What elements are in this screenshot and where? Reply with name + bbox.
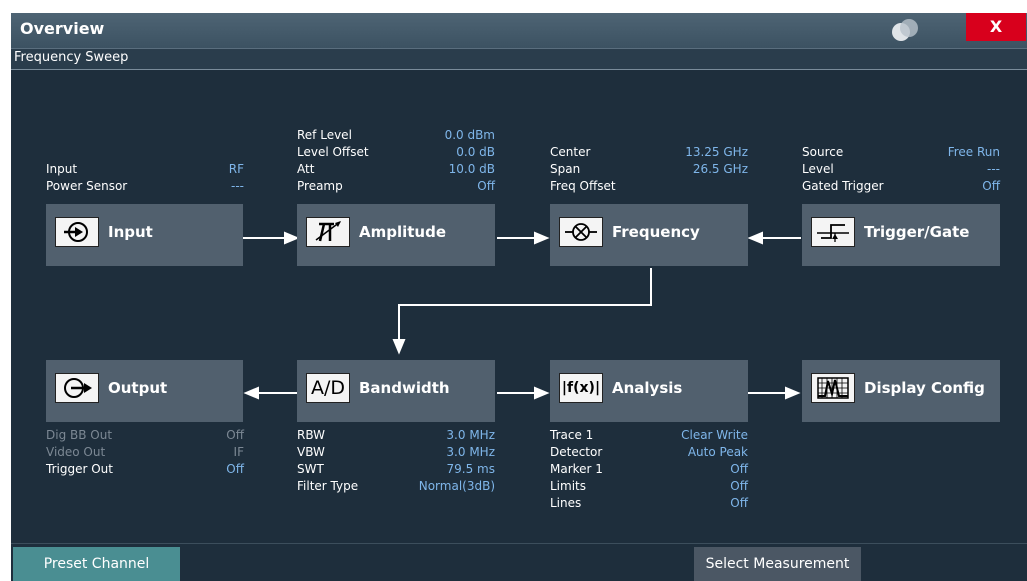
info-row: VBW 3.0 MHz [297, 445, 495, 459]
input-info: Input RF Power Sensor --- [46, 162, 244, 196]
analysis-info: Trace 1 Clear Write Detector Auto Peak Mar… [550, 428, 748, 513]
transparency-toggle-icon[interactable] [888, 17, 922, 45]
title-bar: Overview X [11, 13, 1027, 48]
ad-converter-text: A/D [310, 377, 346, 399]
info-row: Power Sensor --- [46, 179, 244, 193]
bandwidth-block[interactable]: A/D Bandwidth [297, 360, 495, 422]
info-row: Lines Off [550, 496, 748, 510]
input-icon [55, 217, 99, 247]
window-title: Overview [20, 19, 105, 38]
info-row: SWT 79.5 ms [297, 462, 495, 476]
display-config-icon [811, 373, 855, 403]
amplitude-icon [306, 217, 350, 247]
bandwidth-label: Bandwidth [359, 379, 450, 397]
overview-panel: Input RF Power Sensor --- Ref Level 0.0 dBm… [11, 70, 1027, 542]
output-label: Output [108, 379, 168, 397]
input-block[interactable]: Input [46, 204, 243, 266]
trigger-info: Source Free Run Level --- Gated Trigger Off [802, 145, 1000, 196]
trigger-icon [811, 217, 855, 247]
analysis-block[interactable]: |f(x)| Analysis [550, 360, 748, 422]
info-row: Level Offset 0.0 dB [297, 145, 495, 159]
output-block[interactable]: Output [46, 360, 243, 422]
info-row: Input RF [46, 162, 244, 176]
info-row: Level --- [802, 162, 1000, 176]
select-measurement-button[interactable]: Select Measurement [694, 547, 861, 581]
info-row: Source Free Run [802, 145, 1000, 159]
analysis-icon-text: |f(x)| [561, 380, 601, 396]
trigger-label: Trigger/Gate [864, 223, 970, 241]
info-row: Span 26.5 GHz [550, 162, 748, 176]
output-info: Dig BB Out Off Video Out IF Trigger Out Off [46, 428, 244, 479]
amplitude-info: Ref Level 0.0 dBm Level Offset 0.0 dB Att 1… [297, 128, 495, 196]
info-row: Preamp Off [297, 179, 495, 193]
measurement-name-bar: Frequency Sweep [11, 48, 1027, 70]
bandwidth-info: RBW 3.0 MHz VBW 3.0 MHz SWT 79.5 ms Filter … [297, 428, 495, 496]
frequency-block[interactable]: Frequency [550, 204, 748, 266]
info-row: Att 10.0 dB [297, 162, 495, 176]
frequency-mixer-icon [559, 217, 603, 247]
info-row: Filter Type Normal(3dB) [297, 479, 495, 493]
preset-channel-button[interactable]: Preset Channel [13, 547, 180, 581]
softkey-bar: Preset Channel Select Measurement [11, 543, 1027, 581]
input-label: Input [108, 223, 153, 241]
info-row: Dig BB Out Off [46, 428, 244, 442]
display-config-block[interactable]: Display Config [802, 360, 1000, 422]
info-row: Freq Offset [550, 179, 616, 193]
amplitude-block[interactable]: Amplitude [297, 204, 495, 266]
output-icon [55, 373, 99, 403]
close-button[interactable]: X [966, 13, 1026, 41]
analysis-icon: |f(x)| [559, 373, 603, 403]
measurement-name: Frequency Sweep [14, 50, 129, 65]
info-row: Detector Auto Peak [550, 445, 748, 459]
frequency-info: Center 13.25 GHz Span 26.5 GHz Freq Offset [550, 145, 748, 196]
info-row: Ref Level 0.0 dBm [297, 128, 495, 142]
ad-converter-icon: A/D [306, 373, 350, 403]
trigger-block[interactable]: Trigger/Gate [802, 204, 1000, 266]
info-row: Gated Trigger Off [802, 179, 1000, 193]
info-row: Marker 1 Off [550, 462, 748, 476]
info-row: Center 13.25 GHz [550, 145, 748, 159]
frequency-label: Frequency [612, 223, 700, 241]
analysis-label: Analysis [612, 379, 683, 397]
info-row: Trace 1 Clear Write [550, 428, 748, 442]
info-row: Limits Off [550, 479, 748, 493]
info-row: RBW 3.0 MHz [297, 428, 495, 442]
display-config-label: Display Config [864, 379, 985, 397]
amplitude-label: Amplitude [359, 223, 447, 241]
overview-window: Overview X Frequency Sweep Input RF Power [11, 13, 1027, 581]
info-row: Video Out IF [46, 445, 244, 459]
info-row: Trigger Out Off [46, 462, 244, 476]
